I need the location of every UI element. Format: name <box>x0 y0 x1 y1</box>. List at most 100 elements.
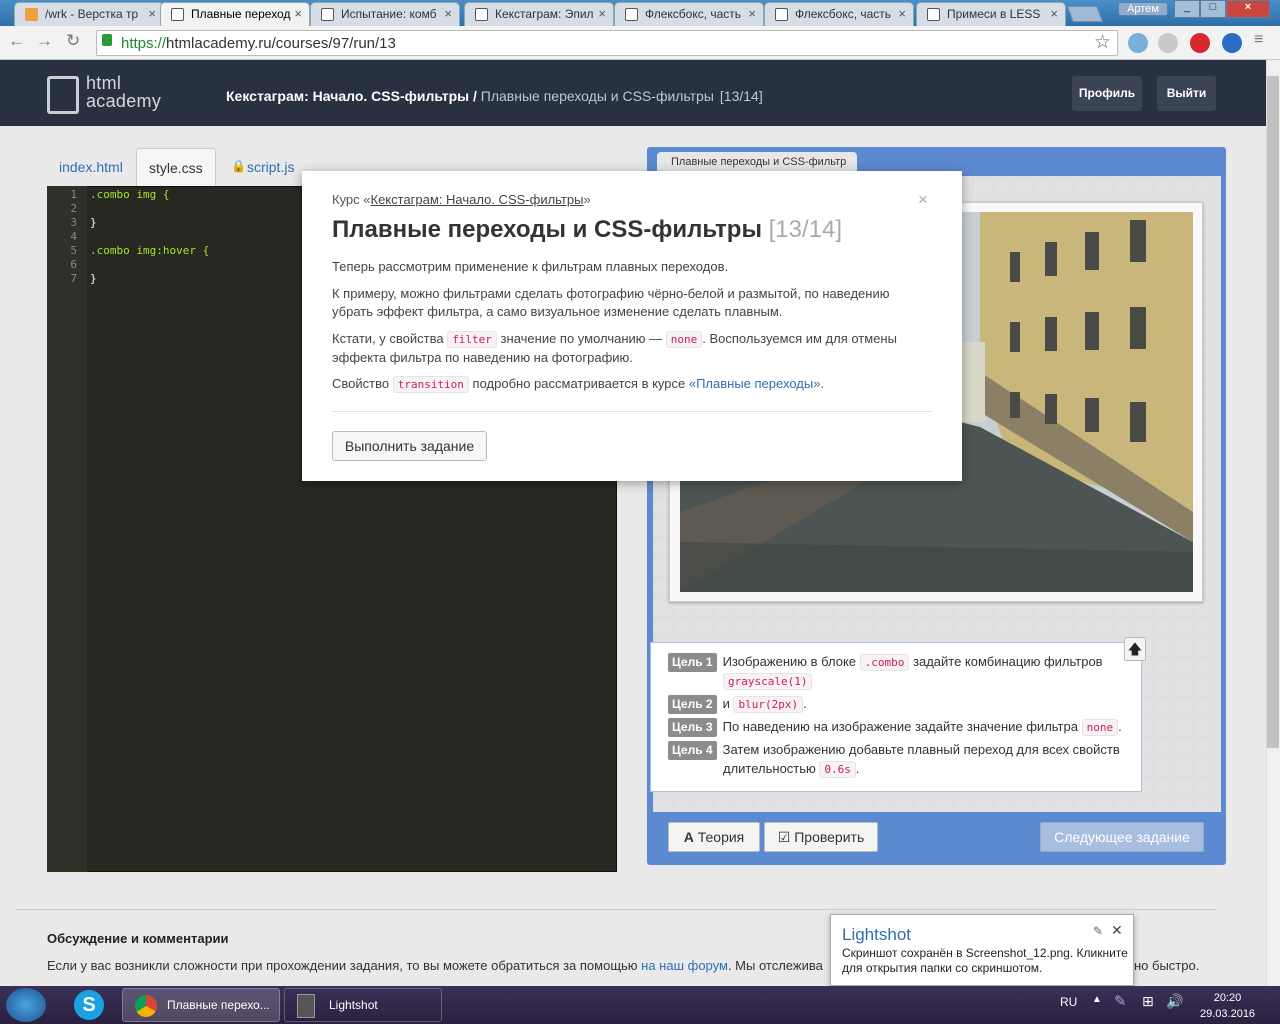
menu-icon[interactable]: ≡ <box>1254 31 1263 49</box>
modal-paragraph: Теперь рассмотрим применение к фильтрам … <box>332 259 729 274</box>
discussion-title: Обсуждение и комментарии <box>47 931 229 946</box>
logout-button[interactable]: Выйти <box>1157 76 1216 111</box>
logo-line: html <box>86 73 122 93</box>
goal-label: Цель 2 <box>668 695 717 714</box>
text: » <box>583 192 591 207</box>
adblock-icon[interactable] <box>1190 33 1210 53</box>
taskbar-label: Плавные перехо... <box>167 998 270 1012</box>
favicon-icon <box>625 8 638 21</box>
maximize-button[interactable]: □ <box>1200 0 1226 18</box>
text: Свойство <box>332 376 393 391</box>
goal-item: Цель 3 По наведению на изображение задайт… <box>668 717 1122 737</box>
globe-extension-icon[interactable] <box>1222 33 1242 53</box>
tray-expand-icon[interactable]: ▲ <box>1092 994 1102 1005</box>
close-icon[interactable]: × <box>1050 6 1058 21</box>
tab-script-js[interactable]: 🔒 script.js <box>219 148 306 186</box>
tab-label: script.js <box>247 159 295 175</box>
close-icon[interactable]: × <box>748 6 756 21</box>
next-task-button[interactable]: Следующее задание <box>1040 822 1204 852</box>
close-icon[interactable]: ✕ <box>1111 922 1123 939</box>
goal-text: длительностью <box>723 761 820 776</box>
tab-label: /wrk - Верстка тр <box>45 7 139 21</box>
language-indicator[interactable]: RU <box>1060 995 1077 1009</box>
progress-counter: [13/14] <box>768 216 843 243</box>
browser-tab[interactable]: Кекстаграм: Эпил × <box>464 2 614 26</box>
browser-tab-active[interactable]: Плавные переход × <box>160 2 310 26</box>
forum-link[interactable]: на наш форум <box>641 958 728 973</box>
breadcrumb-course[interactable]: Кекстаграм: Начало. CSS-фильтры <box>226 88 469 104</box>
browser-tab[interactable]: /wrk - Верстка тр × <box>14 2 164 26</box>
code-line: .combo img:hover { <box>90 244 209 258</box>
close-icon[interactable]: × <box>918 190 928 210</box>
logo-line: academy <box>86 91 162 111</box>
address-bar[interactable]: https://htmlacademy.ru/courses/97/run/13 <box>96 30 1118 56</box>
clock[interactable]: 20:20 29.03.2016 <box>1200 990 1255 1022</box>
clock-time: 20:20 <box>1213 992 1242 1004</box>
pin-icon[interactable]: ✎ <box>1093 924 1103 938</box>
shield-extension-icon[interactable] <box>1158 33 1178 53</box>
skype-icon[interactable]: S <box>74 990 104 1020</box>
volume-icon[interactable]: 🔊 <box>1166 993 1183 1010</box>
clock-date: 29.03.2016 <box>1200 1008 1256 1020</box>
favicon-icon <box>475 8 488 21</box>
browser-tab[interactable]: Флексбокс, часть × <box>614 2 764 26</box>
discussion-text-part: . Мы отслежива <box>727 958 823 973</box>
browser-tab[interactable]: Испытание: комб × <box>310 2 460 26</box>
logo-icon[interactable] <box>47 76 79 114</box>
line-numbers: 1 2 3 4 5 6 7 <box>47 186 87 872</box>
scrollbar-thumb[interactable] <box>1267 76 1279 748</box>
logo-text[interactable]: html academy <box>86 74 161 110</box>
code-snippet: none <box>665 331 703 348</box>
toast-title: Lightshot <box>842 925 911 944</box>
close-icon[interactable]: × <box>294 6 302 21</box>
browser-tab[interactable]: Примеси в LESS × <box>916 2 1066 26</box>
close-icon[interactable]: × <box>148 6 156 21</box>
close-icon[interactable]: × <box>444 6 452 21</box>
close-icon[interactable]: × <box>898 6 906 21</box>
theory-button[interactable]: A Теория <box>668 822 760 852</box>
taskbar-item-lightshot[interactable]: Lightshot <box>284 988 442 1022</box>
code-snippet: blur(2px) <box>733 696 804 713</box>
favicon-icon <box>25 8 38 21</box>
url-scheme: https:// <box>121 35 167 52</box>
course-link[interactable]: Кекстаграм: Начало. CSS-фильтры <box>371 192 584 207</box>
lightshot-icon <box>297 994 315 1018</box>
new-tab-button[interactable] <box>1067 6 1103 22</box>
minimize-button[interactable]: _ <box>1174 0 1200 18</box>
code-text: .combo img:hover { <box>90 244 210 257</box>
back-icon[interactable]: ← <box>8 31 25 51</box>
goal-label: Цель 1 <box>668 653 717 672</box>
forward-icon[interactable]: → <box>36 31 53 51</box>
weather-extension-icon[interactable] <box>1128 33 1148 53</box>
profile-badge[interactable]: Артем <box>1118 2 1168 16</box>
code-line: .combo img { <box>90 188 209 202</box>
windows-flag-icon[interactable]: ⊞ <box>1142 993 1154 1010</box>
check-button[interactable]: ☑ Проверить <box>764 822 878 852</box>
window-close-button[interactable]: × <box>1226 0 1270 18</box>
tab-index-html[interactable]: index.html <box>47 148 135 186</box>
browser-tab[interactable]: Флексбокс, часть × <box>764 2 914 26</box>
reload-icon[interactable]: ↻ <box>66 31 80 51</box>
code-snippet: transition <box>392 376 469 393</box>
tab-style-css[interactable]: style.css <box>136 148 216 186</box>
goal-item: Цель 1 Изображению в блоке .combo задайте… <box>668 652 1103 672</box>
profile-button[interactable]: Профиль <box>1072 76 1142 111</box>
code-content[interactable]: .combo img { } .combo img:hover { } <box>90 188 209 286</box>
run-task-button[interactable]: Выполнить задание <box>332 431 487 461</box>
close-icon[interactable]: × <box>598 6 606 21</box>
breadcrumb-separator: / <box>469 88 481 104</box>
taskbar-item-chrome[interactable]: Плавные перехо... <box>122 988 280 1022</box>
start-button[interactable] <box>6 988 46 1022</box>
arrow-up-icon[interactable]: 🡅 <box>1124 637 1146 661</box>
course-link[interactable]: «Плавные переходы» <box>689 376 821 391</box>
tab-label: Испытание: комб <box>341 7 437 21</box>
bookmark-star-icon[interactable]: ☆ <box>1094 31 1111 54</box>
goal-text: . <box>855 761 860 776</box>
goal-label: Цель 3 <box>668 718 717 737</box>
lock-icon[interactable] <box>102 34 112 46</box>
code-snippet: .combo <box>859 654 910 671</box>
tab-label: Флексбокс, часть <box>645 7 742 21</box>
lightshot-tray-icon[interactable]: ✎ <box>1114 992 1127 1010</box>
goal-text: и <box>722 696 734 711</box>
